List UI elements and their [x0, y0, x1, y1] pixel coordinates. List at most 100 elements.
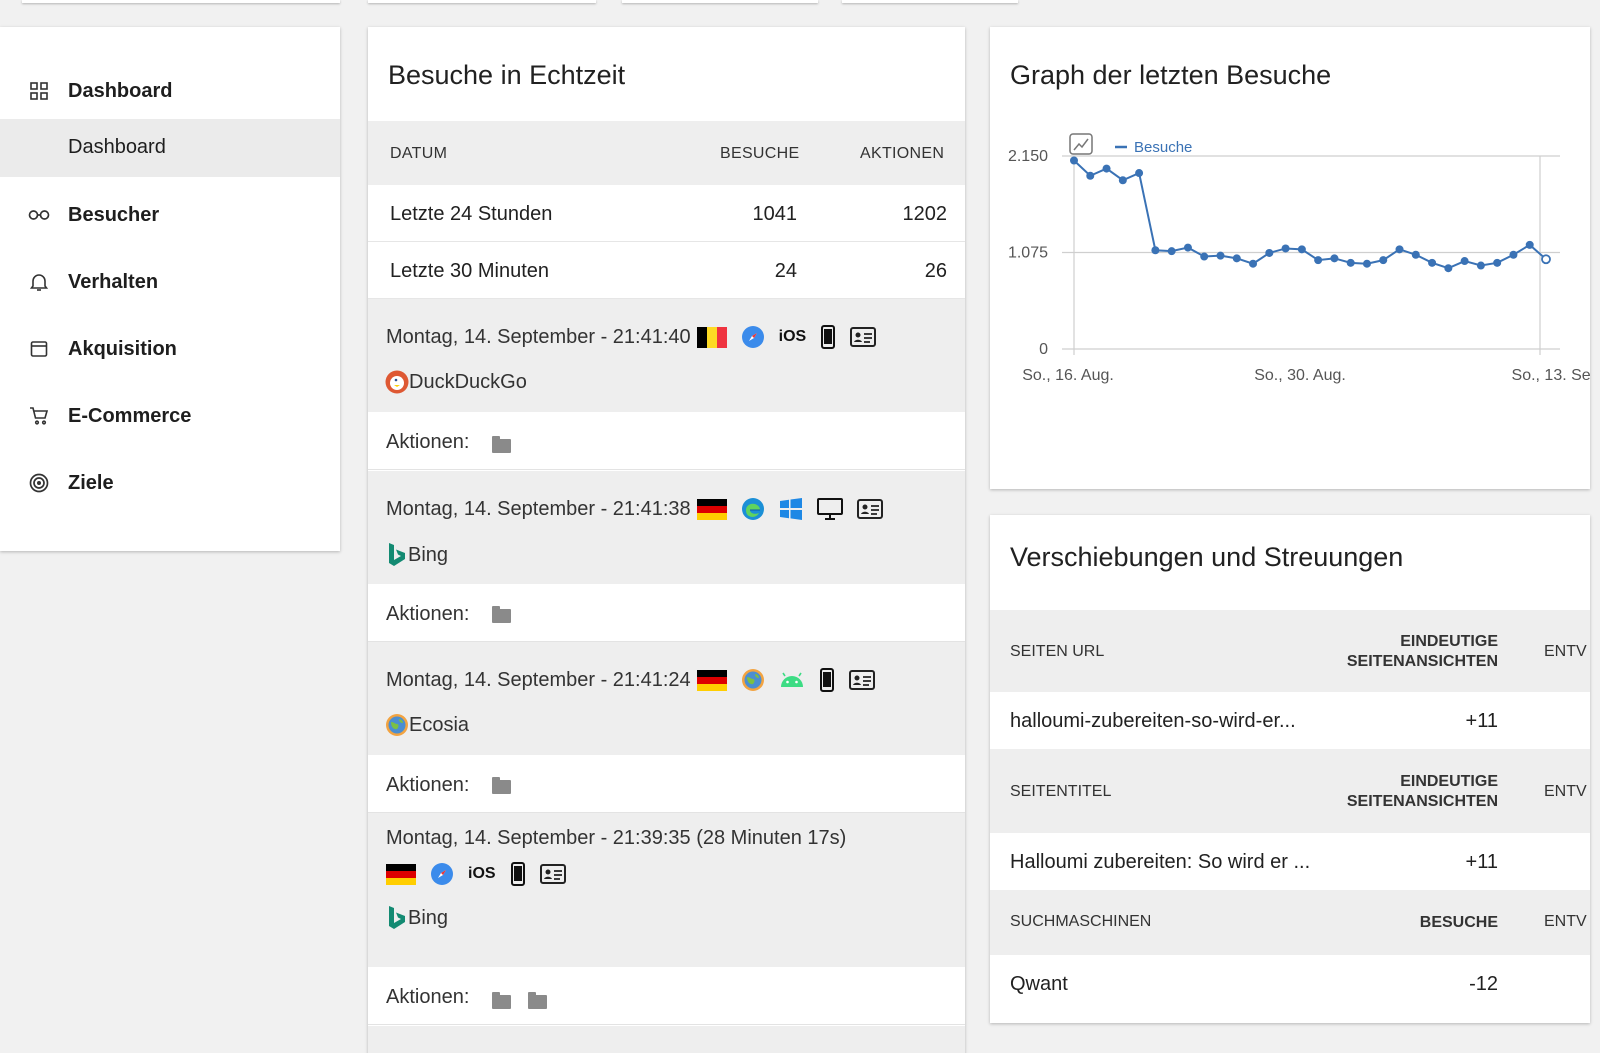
- visit-source: Bing: [386, 905, 448, 931]
- sidebar-item-label: E-Commerce: [68, 404, 192, 427]
- data-point[interactable]: [1249, 259, 1258, 268]
- y-tick-label: 2.150: [1008, 148, 1048, 165]
- data-point[interactable]: [1183, 243, 1192, 252]
- data-point[interactable]: [1346, 258, 1355, 267]
- folder-icon[interactable]: [492, 992, 511, 1009]
- column-header-entwicklung: ENTV: [1544, 913, 1587, 930]
- data-point[interactable]: [1330, 254, 1339, 263]
- row-visits: 24: [774, 260, 797, 282]
- table-row[interactable]: Halloumi zubereiten: So wird er ... +11: [990, 833, 1590, 890]
- data-point[interactable]: [1102, 164, 1111, 173]
- card-edge: [22, 0, 340, 3]
- sidebar-item-label: Ziele: [68, 471, 114, 494]
- visitor-profile-icon[interactable]: [850, 327, 877, 347]
- data-point[interactable]: [1379, 256, 1388, 265]
- visit-entry[interactable]: Montag, 14. September - 21:41:40 iOS Duc…: [368, 299, 965, 412]
- column-header-eindeutige: EINDEUTIGE: [1400, 633, 1498, 650]
- sidebar-item-label: Besucher: [68, 203, 160, 226]
- data-point[interactable]: [1232, 254, 1241, 263]
- sidebar-item-ziele[interactable]: Ziele: [0, 463, 340, 503]
- target-icon: [28, 472, 50, 494]
- desktop-icon: [816, 497, 843, 521]
- sidebar-subitem-dashboard[interactable]: Dashboard: [0, 119, 340, 177]
- actions-label: Aktionen:: [386, 774, 470, 796]
- sidebar-item-verhalten[interactable]: Verhalten: [0, 262, 340, 302]
- visit-header: Montag, 14. September - 21:39:35 (28 Min…: [386, 827, 846, 850]
- data-point[interactable]: [1086, 171, 1095, 180]
- data-point[interactable]: [1411, 250, 1420, 259]
- data-point[interactable]: [1265, 248, 1274, 257]
- data-point[interactable]: [1509, 250, 1518, 259]
- data-point[interactable]: [1297, 245, 1306, 254]
- visit-actions: Aktionen:: [368, 412, 965, 470]
- data-point[interactable]: [1428, 258, 1437, 267]
- data-point[interactable]: [1216, 251, 1225, 260]
- table-row: Letzte 24 Stunden 1041 1202: [368, 185, 965, 242]
- sidebar-item-besucher[interactable]: Besucher: [0, 195, 340, 235]
- source-label: Ecosia: [409, 713, 470, 736]
- row-visits: 1041: [752, 203, 798, 225]
- table-row[interactable]: halloumi-zubereiten-so-wird-er... +11: [990, 692, 1590, 749]
- visit-entry: [368, 1026, 965, 1053]
- row-label: Qwant: [1010, 973, 1068, 995]
- folder-icon[interactable]: [492, 606, 511, 623]
- source-label: Bing: [408, 906, 449, 929]
- sidebar-item-ecommerce[interactable]: E-Commerce: [0, 396, 340, 436]
- bing-icon: [386, 542, 408, 568]
- data-point[interactable]: [1314, 256, 1323, 265]
- actions-label: Aktionen:: [386, 603, 470, 625]
- android-icon: [779, 671, 805, 689]
- safari-icon: [741, 325, 765, 349]
- column-header-seitenansichten: SEITENANSICHTEN: [1346, 793, 1498, 810]
- visits-line-chart[interactable]: 0 1.075 2.150 So., 16. Aug. So., 30. Aug. So.…: [990, 27, 1590, 489]
- visit-entry[interactable]: Montag, 14. September - 21:41:38 Bing: [368, 471, 965, 584]
- row-label: halloumi-zubereiten-so-wird-er...: [1010, 710, 1296, 732]
- column-header-datum: DATUM: [390, 145, 448, 162]
- data-point[interactable]: [1541, 254, 1551, 265]
- visitor-profile-icon[interactable]: [848, 670, 875, 690]
- legend-label[interactable]: Besuche: [1134, 139, 1192, 156]
- visit-entry[interactable]: Montag, 14. September - 21:39:35 (28 Min…: [368, 813, 965, 967]
- sidebar-subitem-label: Dashboard: [68, 136, 166, 158]
- table-row[interactable]: Qwant -12: [990, 955, 1590, 1012]
- data-point[interactable]: [1460, 257, 1469, 266]
- visit-source: DuckDuckGo: [385, 370, 527, 394]
- smartphone-icon: [510, 862, 526, 886]
- data-point[interactable]: [1200, 252, 1209, 261]
- visitor-profile-icon[interactable]: [856, 499, 883, 519]
- actions-label: Aktionen:: [386, 986, 470, 1008]
- sidebar-item-dashboard[interactable]: Dashboard: [0, 71, 340, 111]
- sidebar-item-akquisition[interactable]: Akquisition: [0, 329, 340, 369]
- bell-icon: [28, 271, 50, 293]
- visitor-profile-icon[interactable]: [539, 864, 566, 884]
- column-header-suchmaschinen: SUCHMASCHINEN: [1010, 913, 1152, 930]
- data-point[interactable]: [1362, 259, 1371, 268]
- data-point[interactable]: [1167, 247, 1176, 256]
- data-point[interactable]: [1135, 169, 1144, 178]
- visits-graph-card: Graph der letzten Besuche 0 1.075 2.150 So.…: [990, 27, 1590, 489]
- column-header-aktionen: AKTIONEN: [860, 145, 945, 162]
- visit-entry[interactable]: Montag, 14. September - 21:41:24 Ecosia: [368, 642, 965, 755]
- data-point[interactable]: [1281, 244, 1290, 253]
- data-point[interactable]: [1444, 264, 1453, 273]
- duckduckgo-icon: [385, 370, 409, 394]
- folder-icon[interactable]: [528, 992, 547, 1009]
- row-label: Letzte 24 Stunden: [390, 203, 553, 225]
- data-point[interactable]: [1118, 176, 1127, 185]
- data-point[interactable]: [1525, 240, 1534, 249]
- visit-source: Ecosia: [385, 713, 469, 737]
- data-point[interactable]: [1151, 246, 1160, 255]
- data-point[interactable]: [1395, 245, 1404, 254]
- data-point[interactable]: [1070, 156, 1078, 165]
- data-point[interactable]: [1493, 258, 1502, 267]
- windows-icon: [779, 497, 803, 521]
- visit-actions: Aktionen:: [368, 755, 965, 813]
- card-edge: [622, 0, 818, 3]
- visit-details: iOS: [380, 862, 566, 886]
- folder-icon[interactable]: [492, 436, 511, 453]
- column-header-entwicklung: ENTV: [1544, 783, 1587, 800]
- y-tick-label: 0: [1039, 341, 1048, 358]
- folder-icon[interactable]: [492, 777, 511, 794]
- data-point[interactable]: [1476, 261, 1485, 270]
- chart-type-icon[interactable]: [1069, 133, 1093, 155]
